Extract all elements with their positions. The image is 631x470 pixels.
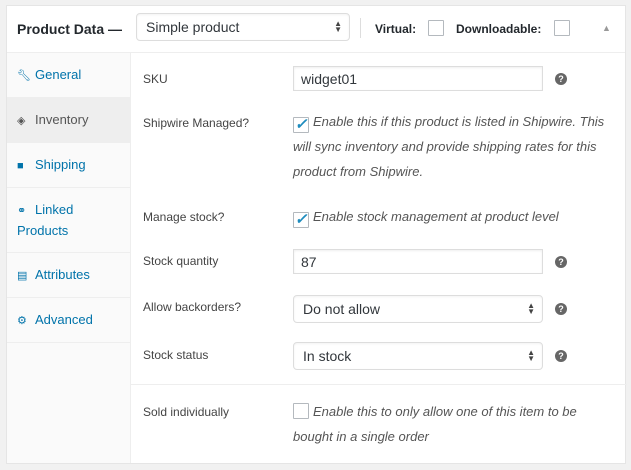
collapse-toggle-icon[interactable]: ▲ — [602, 23, 611, 33]
panel-title: Product Data — — [17, 21, 123, 37]
tab-shipping[interactable]: ■ Shipping — [7, 143, 130, 188]
manage-stock-checkbox[interactable]: ✓ — [293, 212, 309, 228]
backorders-value: Do not allow — [303, 301, 381, 317]
tab-label: Advanced — [35, 312, 93, 327]
stock-status-select[interactable]: In stock ▲ ▼ — [293, 342, 543, 370]
tab-inventory[interactable]: ◈ Inventory — [7, 98, 130, 143]
list-icon: ▤ — [17, 270, 28, 282]
sold-individually-checkbox[interactable] — [293, 403, 309, 419]
stock-quantity-label: Stock quantity — [143, 254, 219, 268]
downloadable-checkbox[interactable] — [554, 20, 570, 36]
shipwire-label: Shipwire Managed? — [143, 116, 250, 130]
sku-label: SKU — [143, 72, 168, 86]
help-icon[interactable]: ? — [555, 350, 567, 362]
select-arrows-icon: ▲ ▼ — [527, 301, 535, 316]
tag-icon: ◈ — [17, 115, 26, 127]
tab-label: General — [35, 67, 82, 82]
tab-label: Attributes — [35, 267, 90, 282]
shipwire-checkbox[interactable]: ✓ — [293, 117, 309, 133]
gear-icon: ⚙ — [17, 315, 27, 327]
backorders-select[interactable]: Do not allow ▲ ▼ — [293, 295, 543, 323]
product-tabs: 🔧︎ General ◈ Inventory ■ Shipping ⚭ Linked P… — [7, 53, 131, 463]
link-icon: ⚭ — [17, 205, 27, 217]
select-arrows-icon: ▲ ▼ — [527, 348, 535, 363]
shipwire-field: ✓ Enable this if this product is listed i… — [293, 109, 613, 184]
tab-linked-products[interactable]: ⚭ Linked Products — [7, 188, 130, 253]
virtual-label: Virtual: — [375, 22, 417, 36]
sku-value: widget01 — [301, 70, 358, 87]
help-icon[interactable]: ? — [555, 73, 567, 85]
product-type-select[interactable]: Simple product ▲ ▼ — [136, 13, 350, 41]
wrench-icon: 🔧︎ — [17, 70, 31, 82]
select-arrows-icon: ▲ ▼ — [334, 19, 342, 34]
product-type-value: Simple product — [146, 19, 240, 35]
stock-status-value: In stock — [303, 348, 352, 364]
panel-header: Product Data — Simple product ▲ ▼ Virtual:… — [7, 6, 625, 53]
manage-stock-label: Manage stock? — [143, 210, 225, 224]
help-icon[interactable]: ? — [555, 303, 567, 315]
manage-stock-description: Enable stock management at product level — [313, 209, 559, 224]
downloadable-label: Downloadable: — [456, 22, 542, 36]
help-icon[interactable]: ? — [555, 256, 567, 268]
sold-individually-description: Enable this to only allow one of this it… — [293, 404, 577, 444]
product-data-panel: Product Data — Simple product ▲ ▼ Virtual:… — [6, 5, 627, 464]
tab-label: Inventory — [35, 112, 89, 127]
stock-quantity-value: 87 — [301, 253, 317, 270]
backorders-label: Allow backorders? — [143, 300, 242, 314]
divider — [360, 18, 361, 38]
stock-status-label: Stock status — [143, 348, 209, 362]
tab-advanced[interactable]: ⚙ Advanced — [7, 298, 130, 343]
section-divider — [131, 384, 627, 385]
truck-icon: ■ — [17, 160, 24, 172]
sold-individually-label: Sold individually — [143, 405, 230, 419]
manage-stock-field: ✓ Enable stock management at product leve… — [293, 204, 613, 229]
stock-quantity-input[interactable]: 87 — [293, 249, 543, 274]
sold-individually-field: Enable this to only allow one of this it… — [293, 399, 613, 449]
sku-input[interactable]: widget01 — [293, 66, 543, 91]
virtual-checkbox[interactable] — [428, 20, 444, 36]
tab-attributes[interactable]: ▤ Attributes — [7, 253, 130, 298]
tab-label: Shipping — [35, 157, 86, 172]
tab-general[interactable]: 🔧︎ General — [7, 53, 130, 98]
shipwire-description: Enable this if this product is listed in… — [293, 114, 605, 179]
